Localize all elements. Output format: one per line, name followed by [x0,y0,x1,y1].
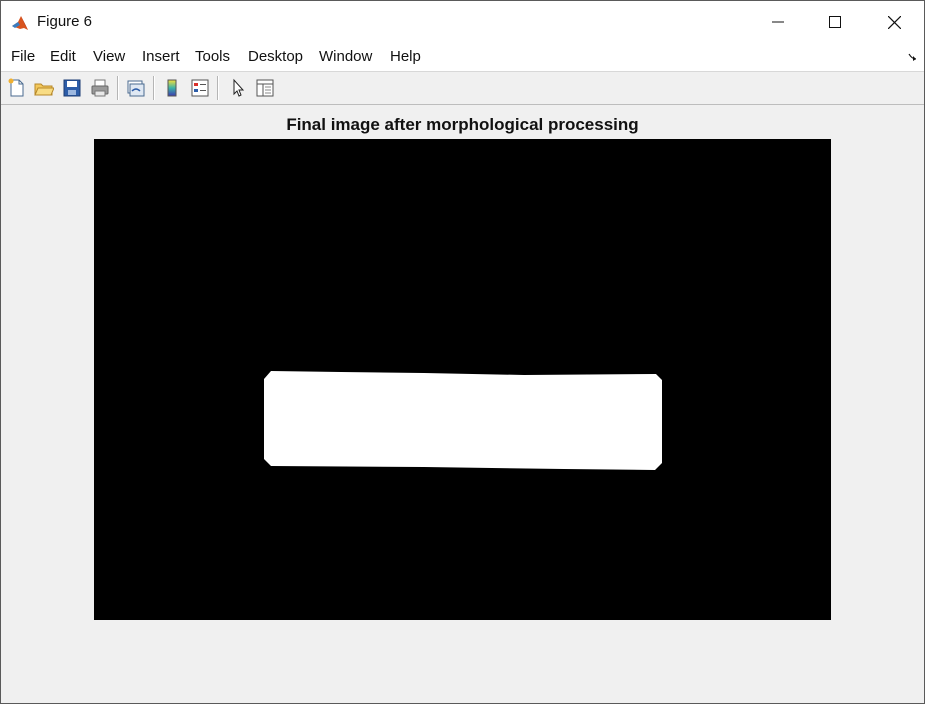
property-inspector-button[interactable] [253,76,277,100]
save-icon [63,79,81,97]
menu-view[interactable]: View [93,48,125,65]
figure-canvas: Final image after morphological processi… [1,105,924,703]
menu-window[interactable]: Window [319,48,372,65]
close-button[interactable] [865,1,923,43]
print-button[interactable] [88,76,112,100]
save-button[interactable] [60,76,84,100]
window-title: Figure 6 [37,13,93,30]
figure-toolbar [1,72,924,105]
menu-desktop[interactable]: Desktop [248,48,303,65]
menu-insert[interactable]: Insert [142,48,180,65]
minimize-icon [772,21,784,23]
toolbar-separator [153,76,155,100]
print-icon [91,79,109,97]
toolbar-separator [117,76,119,100]
menu-help[interactable]: Help [390,48,421,65]
edit-plot-icon [233,78,245,97]
white-region [264,371,662,470]
binary-image [94,139,831,620]
property-inspector-icon [256,79,274,97]
new-figure-button[interactable] [5,76,29,100]
open-file-icon [34,83,54,96]
edit-plot-button[interactable] [226,76,250,100]
menu-bar: File Edit View Insert Tools Desktop Wind… [1,43,924,72]
link-plot-button[interactable] [124,76,148,100]
maximize-button[interactable] [806,1,864,43]
close-icon [887,15,901,29]
menu-file[interactable]: File [11,48,35,65]
figure-window: Figure 6 File Edit View Insert Tools Des… [0,0,925,704]
toolbar-separator [217,76,219,100]
axes-title: Final image after morphological processi… [286,115,639,134]
maximize-icon [829,16,841,28]
new-figure-icon [8,78,24,97]
title-bar[interactable]: Figure 6 [1,1,924,43]
open-file-button[interactable] [32,76,56,100]
link-plot-icon [127,80,145,97]
insert-legend-icon [191,79,209,97]
insert-legend-button[interactable] [188,76,212,100]
menu-edit[interactable]: Edit [50,48,76,65]
dock-arrow-icon[interactable] [908,52,918,62]
insert-colorbar-icon [167,79,177,97]
menu-tools[interactable]: Tools [195,48,230,65]
matlab-logo-icon [11,13,31,33]
minimize-button[interactable] [749,1,807,43]
insert-colorbar-button[interactable] [160,76,184,100]
